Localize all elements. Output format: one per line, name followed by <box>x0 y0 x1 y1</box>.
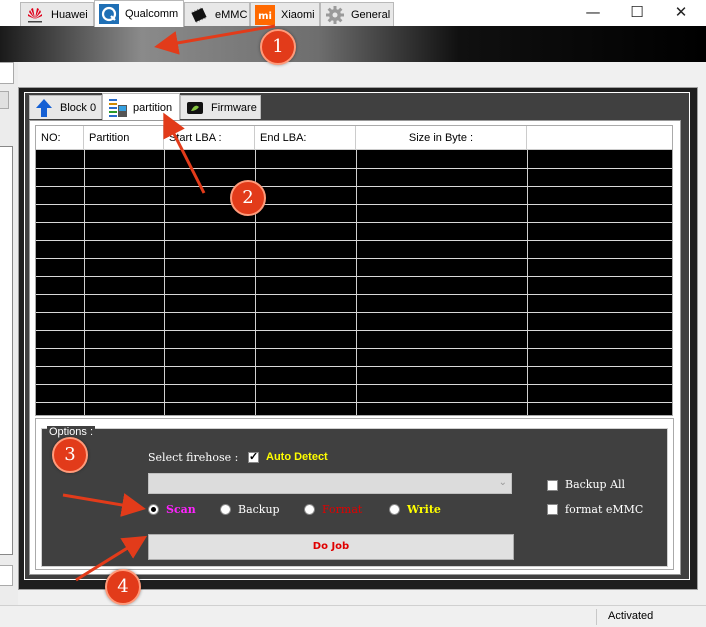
tab-firmware[interactable]: Firmware <box>180 95 261 119</box>
table-row <box>36 402 672 403</box>
column-header-extra <box>527 126 672 150</box>
backup-all-checkbox[interactable] <box>547 480 558 491</box>
huawei-logo-icon <box>25 5 45 25</box>
write-radio[interactable] <box>389 504 400 515</box>
auto-detect-checkbox[interactable] <box>248 450 259 463</box>
table-row <box>36 258 672 259</box>
table-row <box>36 384 672 385</box>
table-row <box>36 276 672 277</box>
annotation-marker-1: 1 <box>260 29 296 65</box>
auto-detect-label[interactable]: Auto Detect <box>266 451 328 463</box>
table-row <box>36 186 672 187</box>
table-row <box>36 330 672 331</box>
tab-label: Qualcomm <box>125 8 179 20</box>
column-header-size[interactable]: Size in Byte : <box>356 126 527 150</box>
backup-all-label[interactable]: Backup All <box>565 478 625 491</box>
format-radio-label[interactable]: Format <box>322 503 362 516</box>
tab-label: General <box>351 8 391 21</box>
table-header: NO: Partition Start LBA : End LBA: Size … <box>36 126 672 150</box>
column-separator <box>527 150 528 415</box>
tab-label: Xiaomi <box>281 8 315 21</box>
status-separator <box>596 609 597 625</box>
annotation-marker-3: 3 <box>52 437 88 473</box>
tab-label: eMMC <box>215 8 248 21</box>
column-header-start-lba[interactable]: Start LBA : <box>164 126 255 150</box>
tab-qualcomm[interactable]: Qualcomm <box>94 0 184 27</box>
app-window: — ☐ ✕ Huawei Qualcomm eMMC mi Xiaomi Gen… <box>0 0 706 627</box>
left-panel-field[interactable] <box>0 62 14 84</box>
xiaomi-logo-icon: mi <box>255 4 275 25</box>
column-separator <box>84 150 85 415</box>
activation-status: Activated <box>608 610 654 622</box>
partition-table[interactable]: NO: Partition Start LBA : End LBA: Size … <box>35 125 673 416</box>
maximize-button[interactable]: ☐ <box>616 0 658 26</box>
table-row <box>36 294 672 295</box>
column-header-no[interactable]: NO: <box>36 126 84 150</box>
table-row <box>36 312 672 313</box>
tab-emmc[interactable]: eMMC <box>184 2 250 26</box>
format-emmc-label[interactable]: format eMMC <box>565 503 643 516</box>
scan-radio[interactable] <box>148 504 159 515</box>
table-row <box>36 366 672 367</box>
backup-radio-label[interactable]: Backup <box>238 503 280 516</box>
column-header-end-lba[interactable]: End LBA: <box>255 126 356 150</box>
format-emmc-checkbox[interactable] <box>547 504 558 515</box>
column-header-partition[interactable]: Partition <box>84 126 164 150</box>
scan-radio-label[interactable]: Scan <box>166 503 196 516</box>
tab-label: partition <box>133 101 173 114</box>
backup-radio[interactable] <box>220 504 231 515</box>
tab-label: Huawei <box>51 8 88 21</box>
annotation-marker-2: 2 <box>230 180 266 216</box>
status-bar: Activated <box>0 605 706 627</box>
do-job-button[interactable]: Do Job <box>148 534 514 560</box>
column-separator <box>164 150 165 415</box>
left-panel-field-bottom[interactable] <box>0 565 13 586</box>
firmware-chip-icon <box>185 98 205 118</box>
tab-label: Firmware <box>211 101 257 114</box>
tab-general[interactable]: General <box>320 2 394 26</box>
table-row <box>36 240 672 241</box>
chevron-down-icon: ⌄ <box>498 477 507 488</box>
tab-block-0[interactable]: Block 0 <box>29 95 102 119</box>
tab-partition[interactable]: partition <box>102 93 180 121</box>
table-row <box>36 204 672 205</box>
firehose-select[interactable]: ⌄ <box>148 473 512 494</box>
tab-huawei[interactable]: Huawei <box>20 2 94 26</box>
annotation-marker-4: 4 <box>105 569 141 605</box>
left-panel-button[interactable] <box>0 91 9 109</box>
left-panel-log <box>0 146 13 555</box>
svg-text:mi: mi <box>258 11 272 22</box>
select-firehose-label: Select firehose : <box>148 451 239 464</box>
emmc-chip-icon <box>189 5 209 25</box>
gear-icon <box>325 5 345 25</box>
write-radio-label[interactable]: Write <box>407 503 441 516</box>
table-row <box>36 168 672 169</box>
tab-label: Block 0 <box>60 101 97 114</box>
upload-arrow-icon <box>34 98 54 118</box>
minimize-button[interactable]: — <box>572 0 614 26</box>
column-separator <box>356 150 357 415</box>
tab-xiaomi[interactable]: mi Xiaomi <box>250 2 320 26</box>
header-banner <box>0 26 706 62</box>
table-row <box>36 222 672 223</box>
format-radio[interactable] <box>304 504 315 515</box>
qualcomm-logo-icon <box>99 4 119 24</box>
partition-icon <box>107 97 129 119</box>
close-button[interactable]: ✕ <box>660 0 702 26</box>
table-row <box>36 348 672 349</box>
